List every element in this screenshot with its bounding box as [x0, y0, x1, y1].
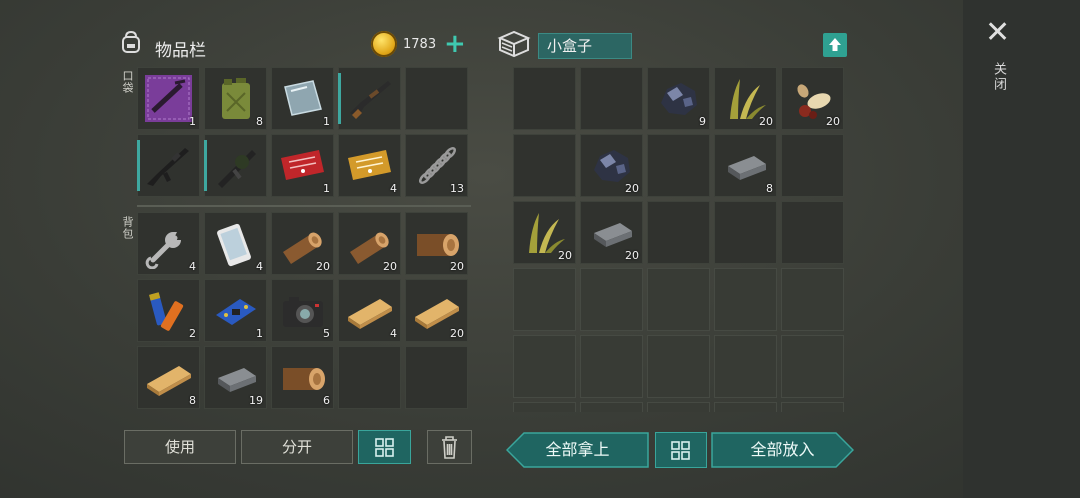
- container-slot[interactable]: [580, 402, 643, 412]
- container-slot[interactable]: [781, 268, 844, 331]
- container-slot[interactable]: [580, 268, 643, 331]
- item-count: 20: [625, 249, 639, 262]
- grid-sort-icon: [375, 438, 394, 457]
- put-all-button[interactable]: 全部放入: [711, 432, 854, 468]
- container-slot[interactable]: [781, 201, 844, 264]
- container-grid: 9 20 20 20 8 20 20: [0, 0, 1080, 412]
- container-slot[interactable]: [714, 201, 777, 264]
- container-slot[interactable]: [513, 67, 576, 130]
- take-all-label: 全部拿上: [545, 440, 610, 459]
- item-count: 8: [766, 182, 773, 195]
- container-slot[interactable]: [513, 134, 576, 197]
- container-slot[interactable]: [714, 335, 777, 398]
- container-slot[interactable]: [513, 268, 576, 331]
- container-sort-button[interactable]: [655, 432, 707, 468]
- container-slot[interactable]: [781, 134, 844, 197]
- container-slot[interactable]: [647, 268, 710, 331]
- container-slot[interactable]: 20: [781, 67, 844, 130]
- split-button[interactable]: 分开: [241, 430, 353, 464]
- container-slot[interactable]: [580, 67, 643, 130]
- item-count: 20: [826, 115, 840, 128]
- close-icon[interactable]: ✕: [985, 18, 1010, 48]
- container-slot[interactable]: [580, 335, 643, 398]
- trash-button[interactable]: [427, 430, 472, 464]
- container-slot[interactable]: [513, 335, 576, 398]
- container-slot[interactable]: [714, 268, 777, 331]
- item-count: 20: [558, 249, 572, 262]
- side-panel: ✕ 关闭: [963, 0, 1080, 498]
- container-slot[interactable]: [513, 402, 576, 412]
- container-slot[interactable]: [781, 335, 844, 398]
- iron-ingot-icon: [728, 156, 766, 180]
- close-label[interactable]: 关闭: [989, 62, 1008, 92]
- grid-sort-icon: [671, 441, 690, 460]
- trash-icon: [442, 436, 457, 459]
- ore-icon: [661, 83, 697, 115]
- item-count: 20: [625, 182, 639, 195]
- container-slot[interactable]: [714, 402, 777, 412]
- container-slot[interactable]: [647, 402, 710, 412]
- container-slot[interactable]: 9: [647, 67, 710, 130]
- container-slot[interactable]: [647, 335, 710, 398]
- container-slot[interactable]: [647, 134, 710, 197]
- container-slot[interactable]: 8: [714, 134, 777, 197]
- item-count: 20: [759, 115, 773, 128]
- container-slot[interactable]: 20: [580, 201, 643, 264]
- container-slot[interactable]: [781, 402, 844, 412]
- sort-button[interactable]: [358, 430, 411, 464]
- take-all-button[interactable]: 全部拿上: [506, 432, 649, 468]
- put-all-label: 全部放入: [750, 440, 815, 459]
- container-slot[interactable]: 20: [580, 134, 643, 197]
- use-button[interactable]: 使用: [124, 430, 236, 464]
- container-slot[interactable]: [647, 201, 710, 264]
- container-slot[interactable]: 20: [714, 67, 777, 130]
- item-count: 9: [699, 115, 706, 128]
- container-slot[interactable]: 20: [513, 201, 576, 264]
